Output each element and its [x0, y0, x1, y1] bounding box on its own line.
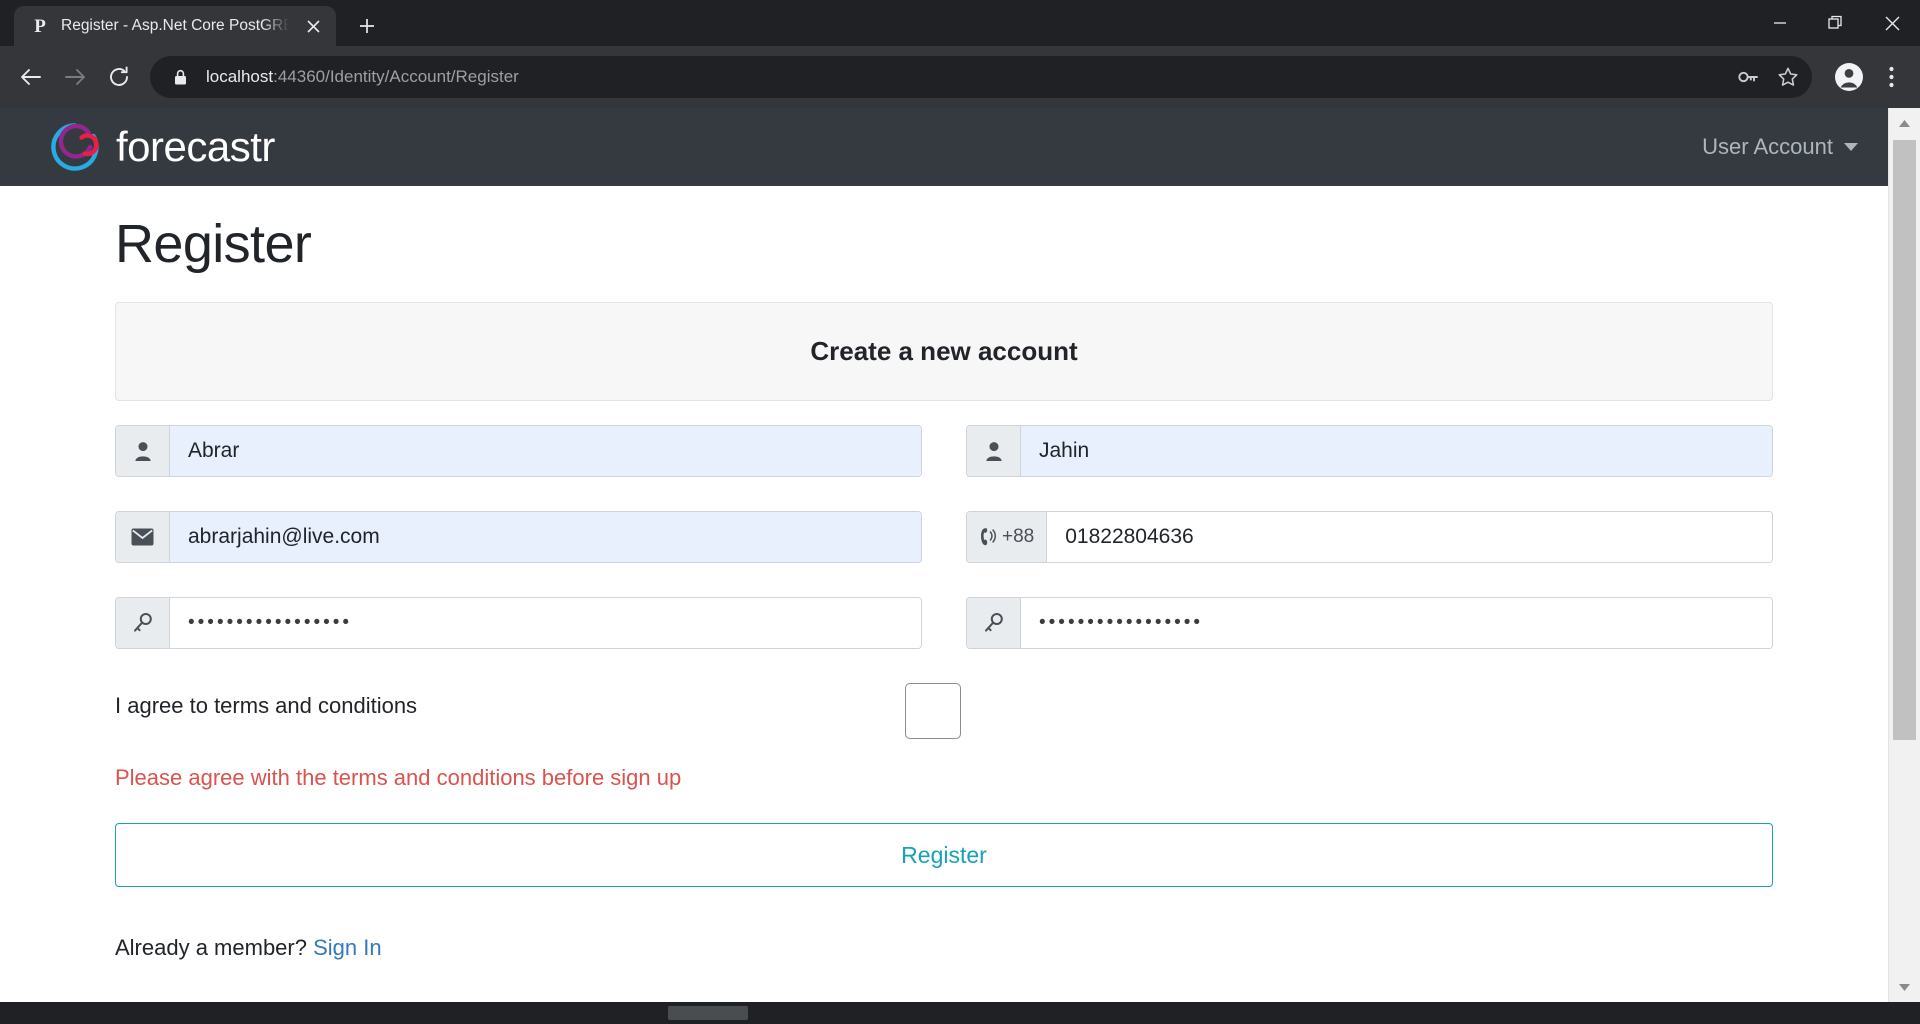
email-input[interactable] — [170, 512, 921, 562]
tab-strip: P Register - Asp.Net Core PostGRE — [0, 0, 1920, 46]
key-icon — [967, 598, 1021, 648]
minimize-button[interactable] — [1752, 0, 1808, 46]
last-name-input[interactable] — [1021, 426, 1772, 476]
confirm-password-input[interactable]: ••••••••••••••••• — [1021, 598, 1772, 648]
new-tab-button[interactable] — [350, 9, 384, 43]
first-name-input[interactable] — [170, 426, 921, 476]
address-bar-text: localhost:44360/Identity/Account/Registe… — [206, 67, 1730, 87]
phone-country-prefix: +88 — [1002, 526, 1035, 547]
key-icon — [116, 598, 170, 648]
confirm-password-group: ••••••••••••••••• — [966, 597, 1773, 649]
register-button[interactable]: Register — [115, 823, 1773, 887]
page-viewport: forecastr User Account Register Create a… — [0, 108, 1920, 1002]
page-content: Register Create a new account Abrar Jahi… — [0, 213, 1888, 1001]
already-member-line: Already a member? Sign In — [115, 935, 1773, 1001]
user-icon — [116, 426, 170, 476]
password-group: ••••••••••••••••• — [115, 597, 922, 649]
url-path: :44360/Identity/Account/Register — [273, 67, 519, 86]
horizontal-scrollbar[interactable] — [0, 1002, 1920, 1024]
terms-checkbox[interactable] — [905, 683, 961, 739]
browser-tab[interactable]: P Register - Asp.Net Core PostGRE — [14, 6, 336, 46]
reload-button[interactable] — [98, 56, 140, 98]
page-title: Register — [115, 214, 312, 274]
brand-name: forecastr — [116, 123, 275, 170]
envelope-icon — [116, 512, 170, 562]
lock-icon — [170, 69, 190, 86]
key-icon[interactable] — [1730, 59, 1766, 95]
name-row — [115, 425, 1773, 477]
account-avatar-icon[interactable] — [1828, 56, 1870, 98]
three-dot-menu-icon[interactable] — [1872, 56, 1910, 98]
browser-window: P Register - Asp.Net Core PostGRE localh… — [0, 0, 1920, 1024]
vertical-scrollbar[interactable] — [1888, 108, 1920, 1002]
phone-group: +88 — [966, 511, 1773, 563]
tab-favicon-icon: P — [34, 15, 46, 37]
phone-volume-icon: +88 — [967, 512, 1048, 562]
back-button[interactable] — [10, 56, 52, 98]
terms-row: I agree to terms and conditions — [115, 683, 1773, 739]
user-account-menu[interactable]: User Account — [1702, 134, 1858, 160]
tab-close-icon[interactable] — [300, 13, 326, 39]
site-navbar: forecastr User Account — [0, 108, 1888, 186]
restore-button[interactable] — [1808, 0, 1864, 46]
address-bar[interactable]: localhost:44360/Identity/Account/Registe… — [150, 56, 1812, 98]
password-input[interactable]: ••••••••••••••••• — [170, 598, 921, 648]
email-group — [115, 511, 922, 563]
sign-in-link[interactable]: Sign In — [313, 935, 382, 960]
user-account-label: User Account — [1702, 134, 1833, 159]
user-icon — [967, 426, 1021, 476]
password-row: ••••••••••••••••• ••••••••••••••••• — [115, 597, 1773, 649]
phone-input[interactable] — [1047, 512, 1772, 562]
terms-label: I agree to terms and conditions — [115, 693, 418, 718]
brand-logo-area[interactable]: forecastr — [48, 120, 275, 174]
close-window-button[interactable] — [1864, 0, 1920, 46]
scroll-down-arrow-icon[interactable] — [1889, 972, 1920, 1002]
register-form: +88 — [115, 425, 1773, 1001]
register-card-wrapper: Create a new account Abrar Jahin abrarja… — [115, 302, 1773, 1001]
forecastr-spiral-logo-icon — [48, 120, 102, 174]
already-member-text: Already a member? — [115, 935, 314, 960]
star-icon[interactable] — [1770, 59, 1806, 95]
last-name-group — [966, 425, 1773, 477]
chevron-down-icon — [1844, 143, 1858, 151]
terms-error-message: Please agree with the terms and conditio… — [115, 765, 682, 790]
first-name-group — [115, 425, 922, 477]
browser-toolbar: localhost:44360/Identity/Account/Registe… — [0, 46, 1920, 108]
contact-row: +88 — [115, 511, 1773, 563]
tab-title: Register - Asp.Net Core PostGRE — [61, 17, 289, 34]
scroll-up-arrow-icon[interactable] — [1889, 108, 1920, 138]
window-controls — [1752, 0, 1920, 46]
card-header: Create a new account — [115, 302, 1773, 401]
omnibox-icons — [1730, 59, 1806, 95]
forward-button[interactable] — [54, 56, 96, 98]
scrollbar-thumb[interactable] — [1893, 140, 1916, 740]
horizontal-scrollbar-thumb[interactable] — [668, 1006, 748, 1020]
url-host: localhost — [206, 67, 274, 86]
web-page: forecastr User Account Register Create a… — [0, 108, 1888, 1002]
